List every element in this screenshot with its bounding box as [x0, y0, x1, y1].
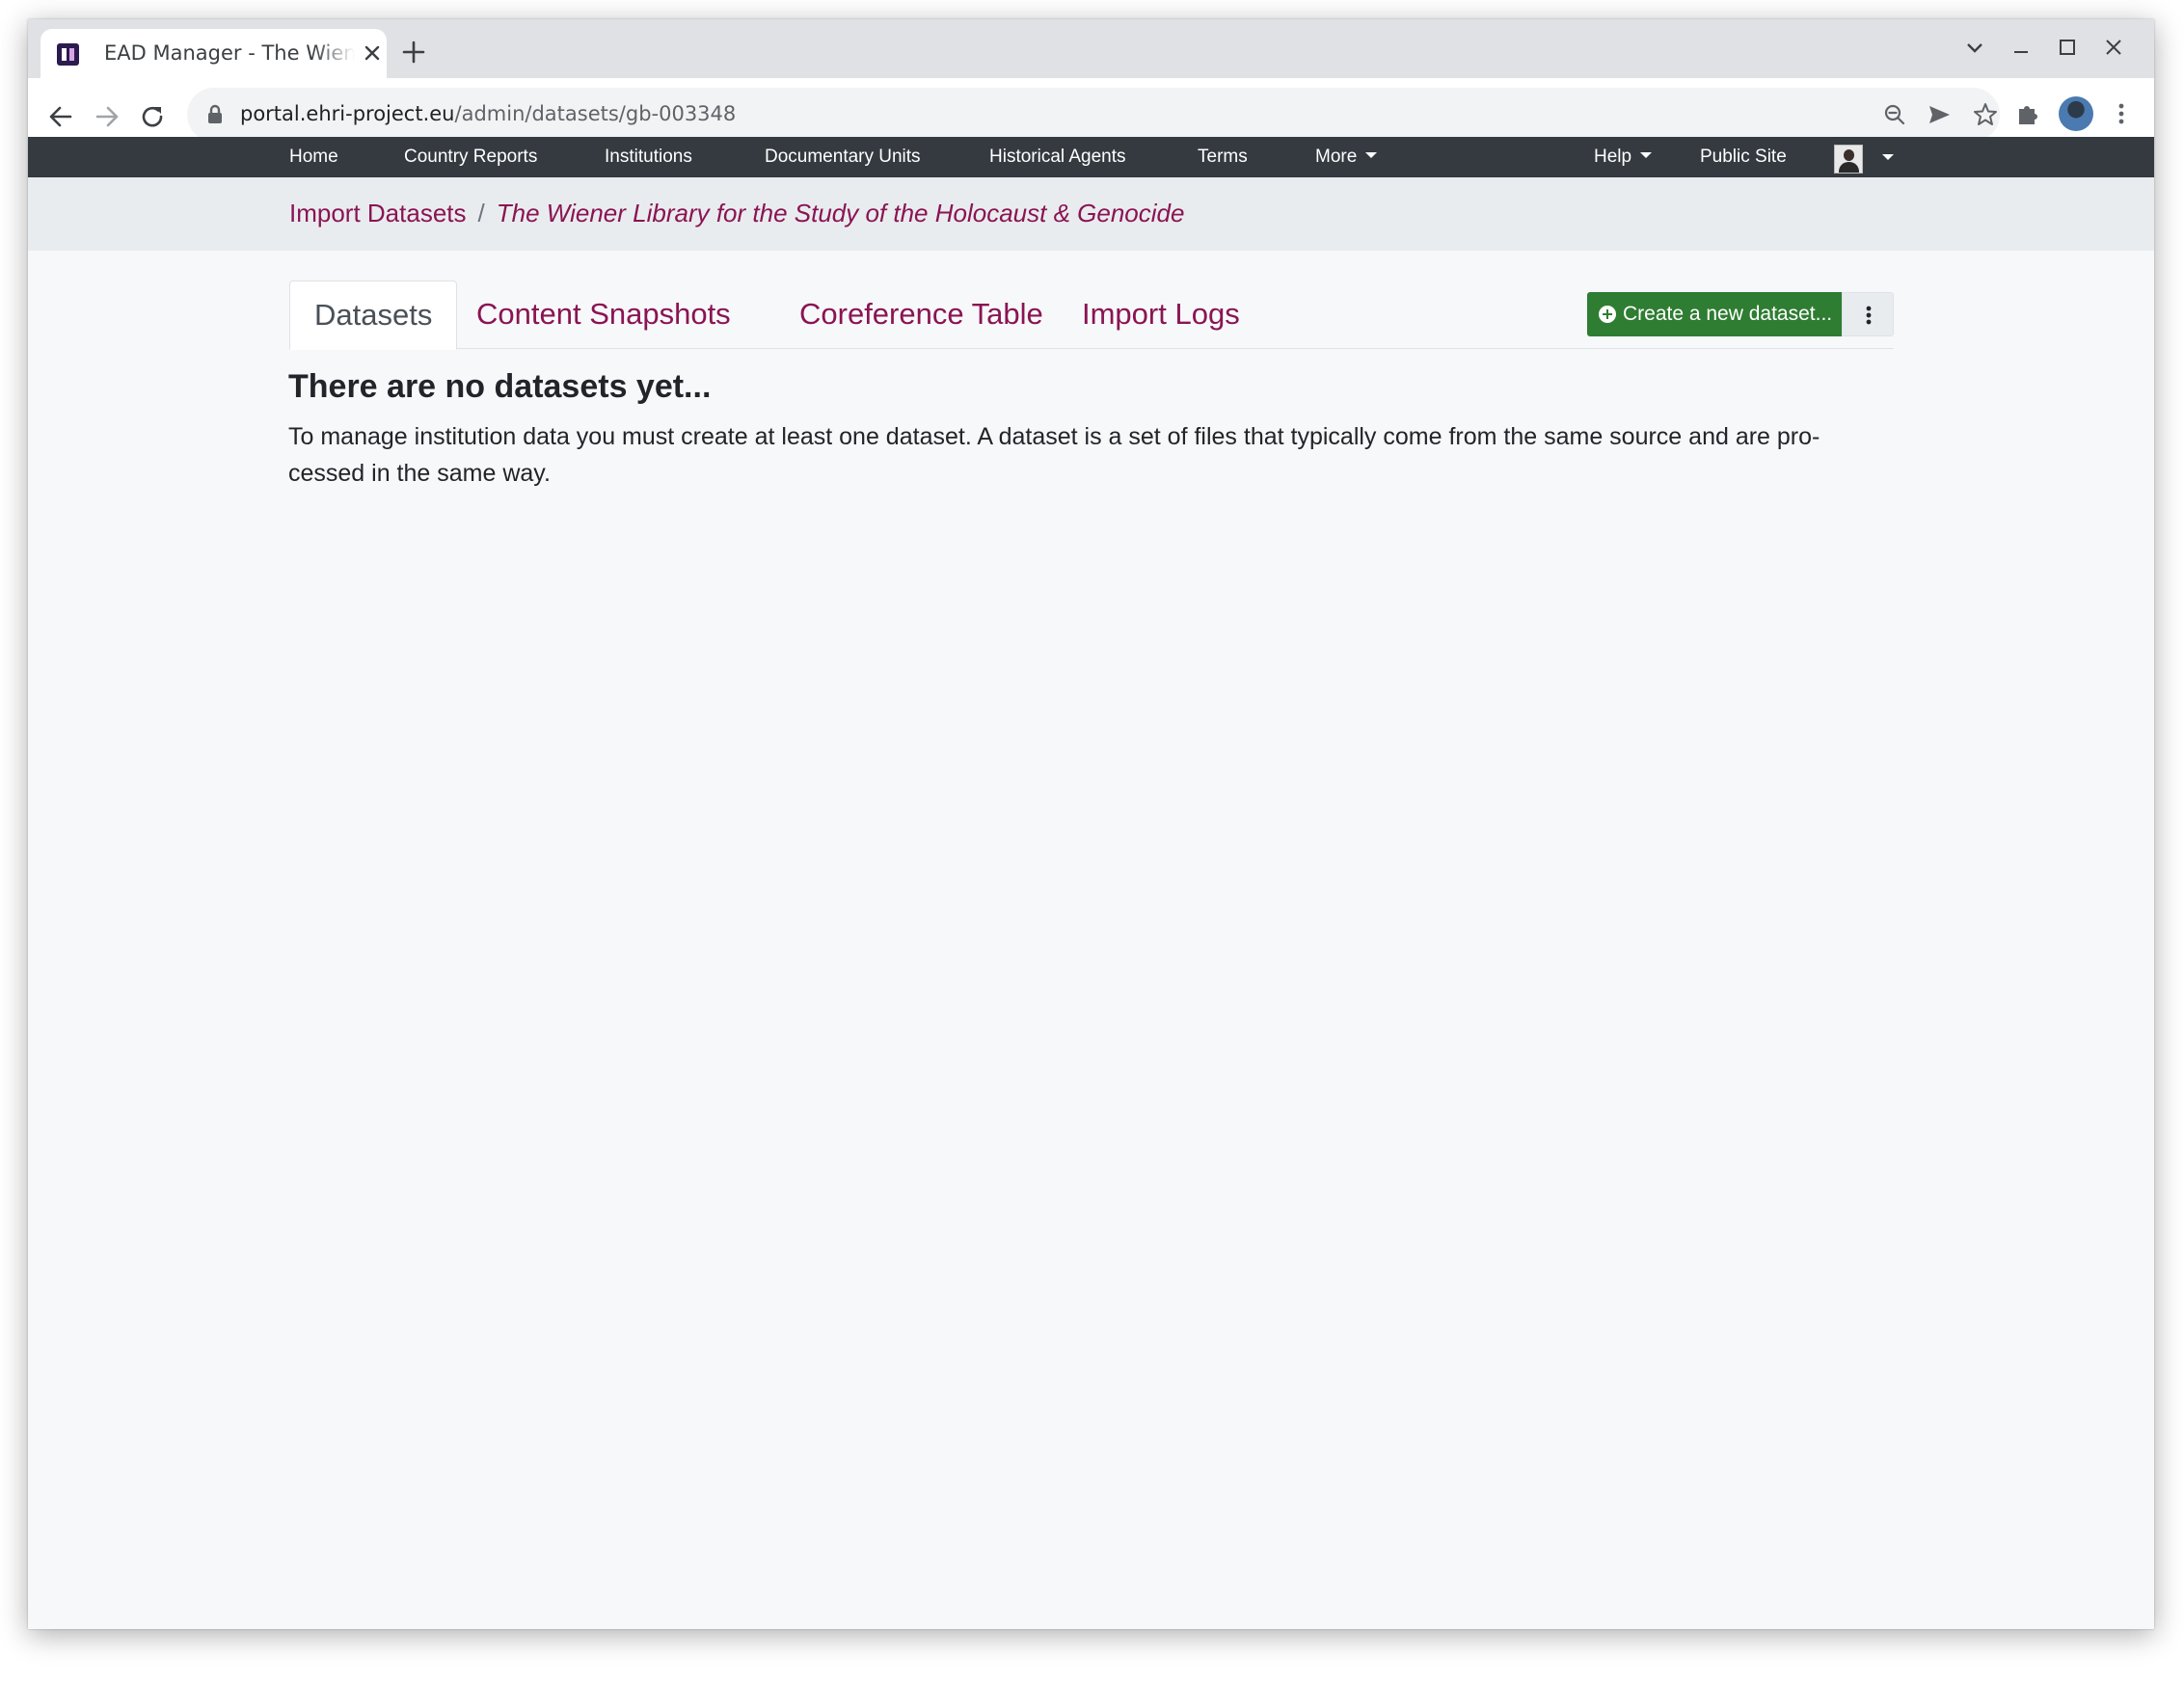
browser-tab[interactable]: EAD Manager - The Wiener Library for the… [40, 29, 387, 78]
tab-datasets[interactable]: Datasets [289, 281, 458, 350]
tab-import-logs[interactable]: Import Logs [1082, 281, 1240, 349]
browser-menu-icon[interactable] [2105, 97, 2138, 130]
nav-help-dropdown[interactable]: Help [1594, 137, 1653, 177]
site-favicon-icon [57, 43, 79, 66]
breadcrumb-import-datasets[interactable]: Import Datasets [289, 199, 467, 227]
user-menu-caret-icon[interactable] [1882, 154, 1894, 160]
nav-public-site[interactable]: Public Site [1700, 137, 1787, 177]
address-bar[interactable]: portal.ehri-project.eu/admin/datasets/gb… [187, 88, 2000, 142]
nav-home[interactable]: Home [289, 137, 338, 177]
nav-more-label: More [1315, 147, 1358, 167]
create-dataset-button[interactable]: Create a new dataset... [1587, 292, 1842, 336]
bookmark-star-icon[interactable] [1972, 101, 1999, 128]
extensions-puzzle-icon[interactable] [2012, 97, 2045, 130]
back-arrow-icon[interactable] [41, 97, 80, 136]
nav-more-dropdown[interactable]: More [1315, 137, 1378, 177]
reload-icon[interactable] [133, 97, 172, 136]
nav-country-reports[interactable]: Country Reports [404, 137, 537, 177]
empty-state-heading: There are no datasets yet... [288, 368, 712, 405]
nav-help-label: Help [1594, 147, 1632, 167]
minimize-icon[interactable] [2006, 33, 2036, 64]
create-dataset-label: Create a new dataset... [1623, 303, 1833, 325]
plus-circle-icon [1599, 306, 1616, 323]
caret-down-icon [1365, 152, 1378, 158]
more-options-button[interactable] [1842, 292, 1894, 336]
nav-terms[interactable]: Terms [1198, 137, 1248, 177]
empty-state-message-line-2: cessed in the same way. [288, 460, 551, 487]
vertical-ellipsis-icon [1866, 306, 1872, 325]
lock-icon[interactable] [204, 103, 226, 126]
breadcrumb: Import Datasets / The Wiener Library for t… [289, 199, 1184, 228]
browser-window: EAD Manager - The Wiener Library for the… [28, 19, 2154, 1629]
user-avatar[interactable] [1834, 145, 1863, 174]
nav-institutions[interactable]: Institutions [605, 137, 692, 177]
new-tab-icon[interactable] [400, 39, 427, 66]
close-tab-icon[interactable] [362, 42, 383, 64]
profile-avatar-icon[interactable] [2059, 96, 2093, 131]
url-path: /admin/datasets/gb-003348 [454, 102, 737, 125]
nav-documentary-units[interactable]: Documentary Units [765, 137, 921, 177]
caret-down-icon [1640, 152, 1653, 158]
maximize-icon[interactable] [2052, 33, 2083, 64]
breadcrumb-separator: / [477, 199, 485, 227]
tab-strip: EAD Manager - The Wiener Library for the… [28, 19, 2154, 78]
send-icon[interactable] [1926, 101, 1953, 128]
empty-state-message-line-1: To manage institution data you must crea… [288, 423, 1820, 450]
forward-arrow-icon[interactable] [88, 97, 126, 136]
close-window-icon[interactable] [2098, 33, 2129, 64]
breadcrumb-current[interactable]: The Wiener Library for the Study of the … [497, 199, 1185, 227]
tab-title: EAD Manager - The Wiener Library for the… [104, 41, 355, 65]
tab-coreference-table[interactable]: Coreference Table [799, 281, 1043, 349]
breadcrumb-bar: Import Datasets / The Wiener Library for t… [28, 177, 2154, 251]
url-host: portal.ehri-project.eu [240, 102, 455, 125]
tab-content-snapshots[interactable]: Content Snapshots [476, 281, 731, 349]
empty-state-message: To manage institution data you must crea… [288, 418, 1889, 492]
tab-search-chevron-icon[interactable] [1959, 33, 1990, 64]
site-navbar: Home Country Reports Institutions Docume… [28, 137, 2154, 177]
nav-historical-agents[interactable]: Historical Agents [989, 137, 1126, 177]
zoom-icon[interactable] [1881, 101, 1908, 128]
url-text[interactable]: portal.ehri-project.eu/admin/datasets/gb… [240, 102, 736, 125]
